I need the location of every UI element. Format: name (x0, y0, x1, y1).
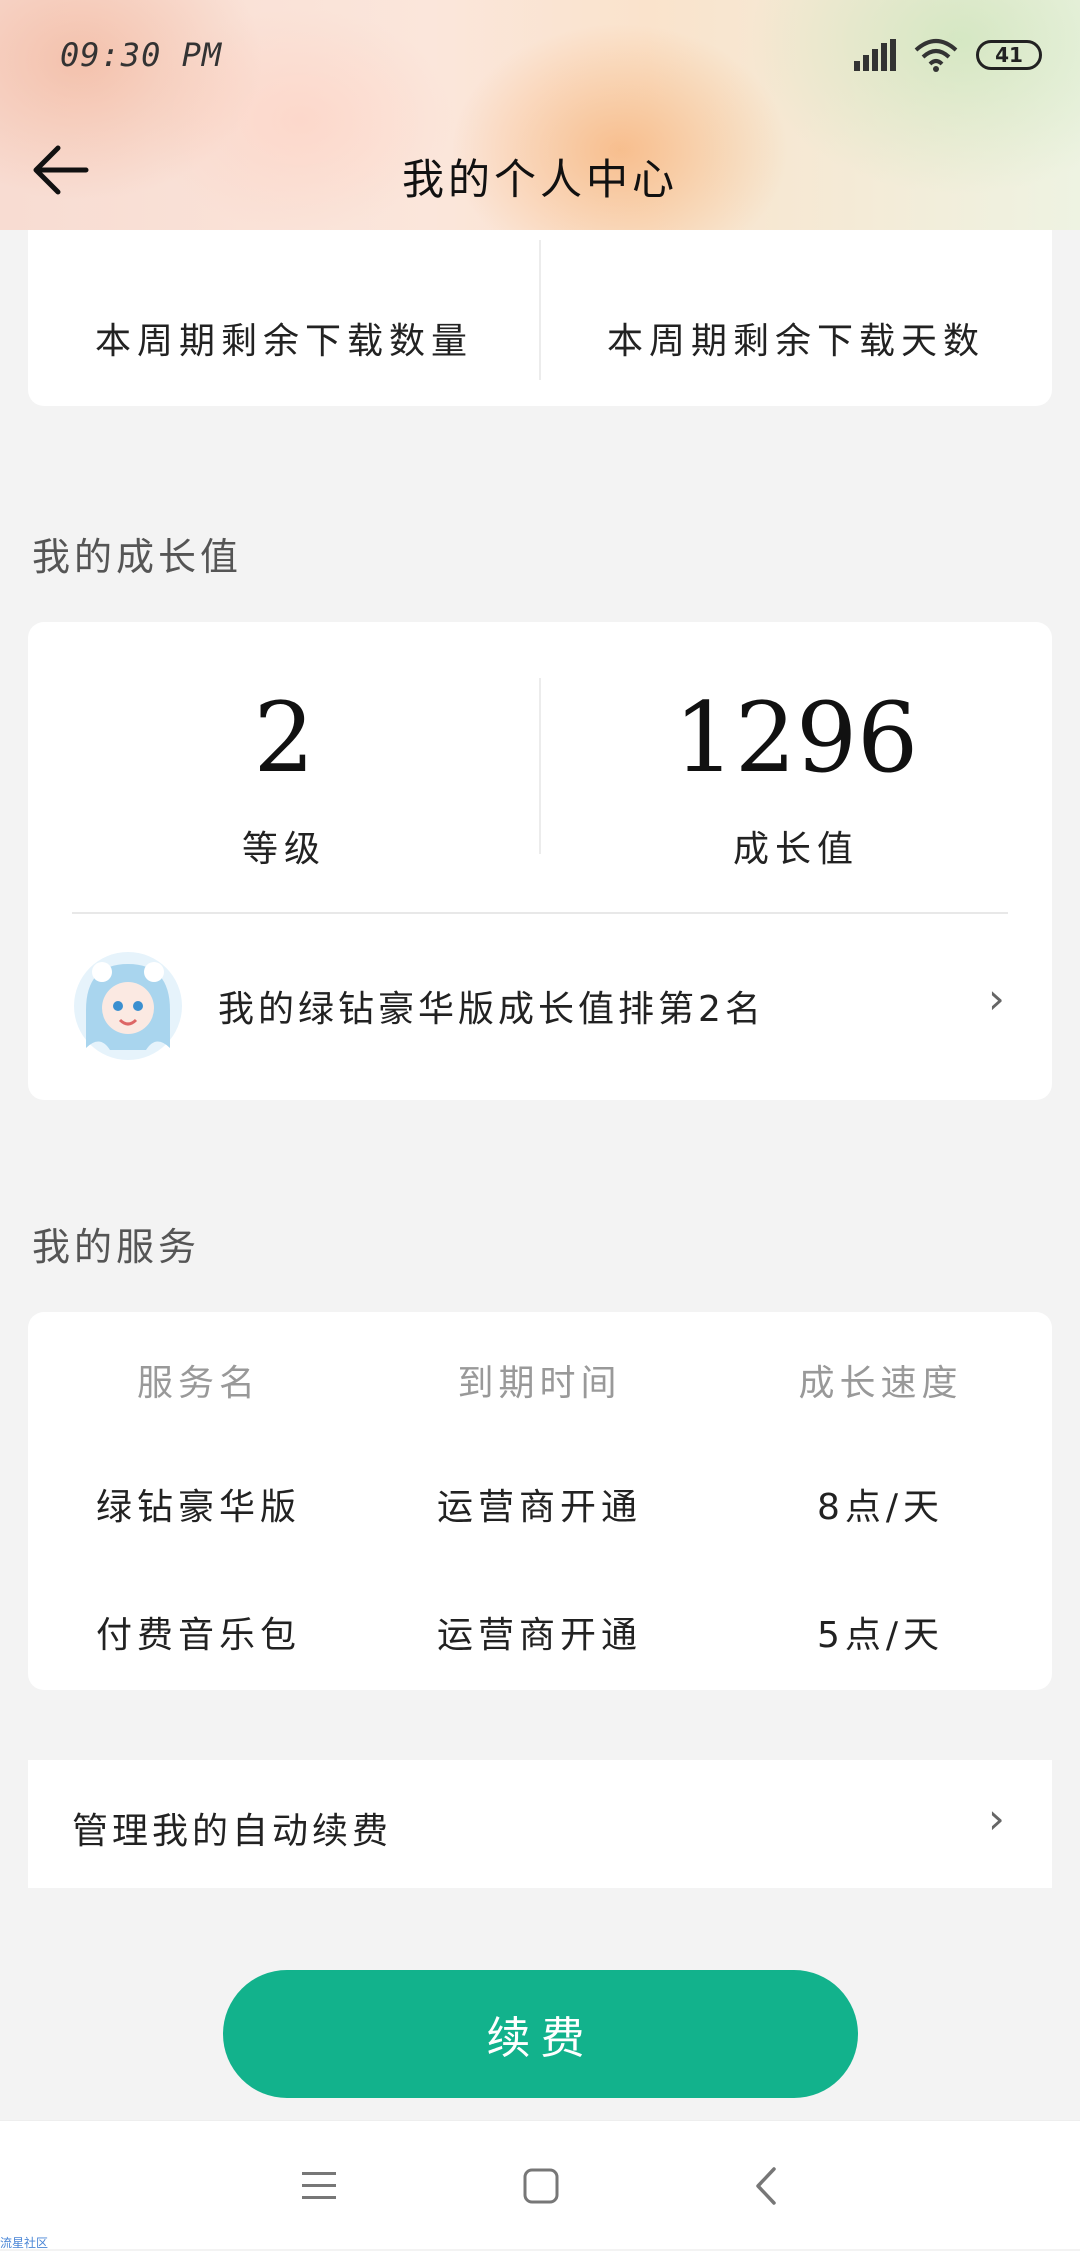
growth-card: 2 等级 1296 成长值 我的绿钻豪华版成长值排第2名 › (28, 622, 1052, 1100)
remaining-count-stat: 本周期剩余下载数量 (28, 312, 540, 364)
services-card: 服务名 到期时间 成长速度 绿钻豪华版 运营商开通 8点/天 付费音乐包 运营商… (28, 1312, 1052, 1690)
service-name: 绿钻豪华版 (95, 1487, 301, 1528)
growth-section-title: 我的成长值 (32, 535, 243, 579)
header-bar: 09:30 PM 41 我的个人中心 (0, 0, 1080, 230)
service-speed: 8点/天 (816, 1487, 945, 1528)
signal-icon (854, 39, 896, 71)
column-header: 服务名 (136, 1363, 260, 1404)
status-icons: 41 (854, 38, 1042, 72)
home-icon[interactable] (522, 2167, 560, 2205)
wifi-icon (914, 39, 958, 72)
auto-renew-row[interactable]: 管理我的自动续费 › (28, 1760, 1052, 1888)
service-expiry: 运营商开通 (436, 1615, 642, 1656)
auto-renew-label: 管理我的自动续费 (72, 1811, 393, 1852)
page-title: 我的个人中心 (401, 155, 678, 204)
column-header: 成长速度 (798, 1363, 963, 1404)
remaining-count-label: 本周期剩余下载数量 (94, 321, 473, 362)
services-section-title: 我的服务 (32, 1225, 201, 1269)
avatar (74, 952, 182, 1060)
growth-value-stat: 1296 成长值 (540, 690, 1052, 872)
battery-level: 41 (995, 43, 1023, 67)
service-speed: 5点/天 (816, 1615, 945, 1656)
renew-button-label: 续费 (486, 2013, 595, 2064)
column-header: 到期时间 (457, 1363, 622, 1404)
battery-icon: 41 (976, 40, 1042, 70)
back-nav-icon[interactable] (752, 2165, 780, 2207)
watermark-text: 流星社区 (0, 2236, 49, 2250)
growth-value-label: 成长值 (732, 829, 859, 870)
service-expiry: 运营商开通 (436, 1487, 642, 1528)
growth-value: 1296 (673, 682, 919, 794)
service-name: 付费音乐包 (95, 1615, 301, 1656)
ranking-text: 我的绿钻豪华版成长值排第2名 (218, 989, 765, 1030)
navigation-bar (0, 2120, 1080, 2249)
menu-icon[interactable] (300, 2169, 338, 2203)
remaining-days-stat: 本周期剩余下载天数 (540, 312, 1052, 364)
renew-button[interactable]: 续费 (223, 1970, 858, 2098)
level-value: 2 (253, 682, 315, 794)
chevron-right-icon: › (988, 1794, 1005, 1843)
ranking-row[interactable]: 我的绿钻豪华版成长值排第2名 › (28, 942, 1052, 1072)
status-time: 09:30 PM (60, 36, 223, 74)
divider (72, 912, 1008, 914)
remaining-days-label: 本周期剩余下载天数 (606, 321, 985, 362)
level-label: 等级 (241, 829, 326, 870)
level-stat: 2 等级 (28, 690, 540, 872)
chevron-right-icon: › (988, 974, 1005, 1023)
